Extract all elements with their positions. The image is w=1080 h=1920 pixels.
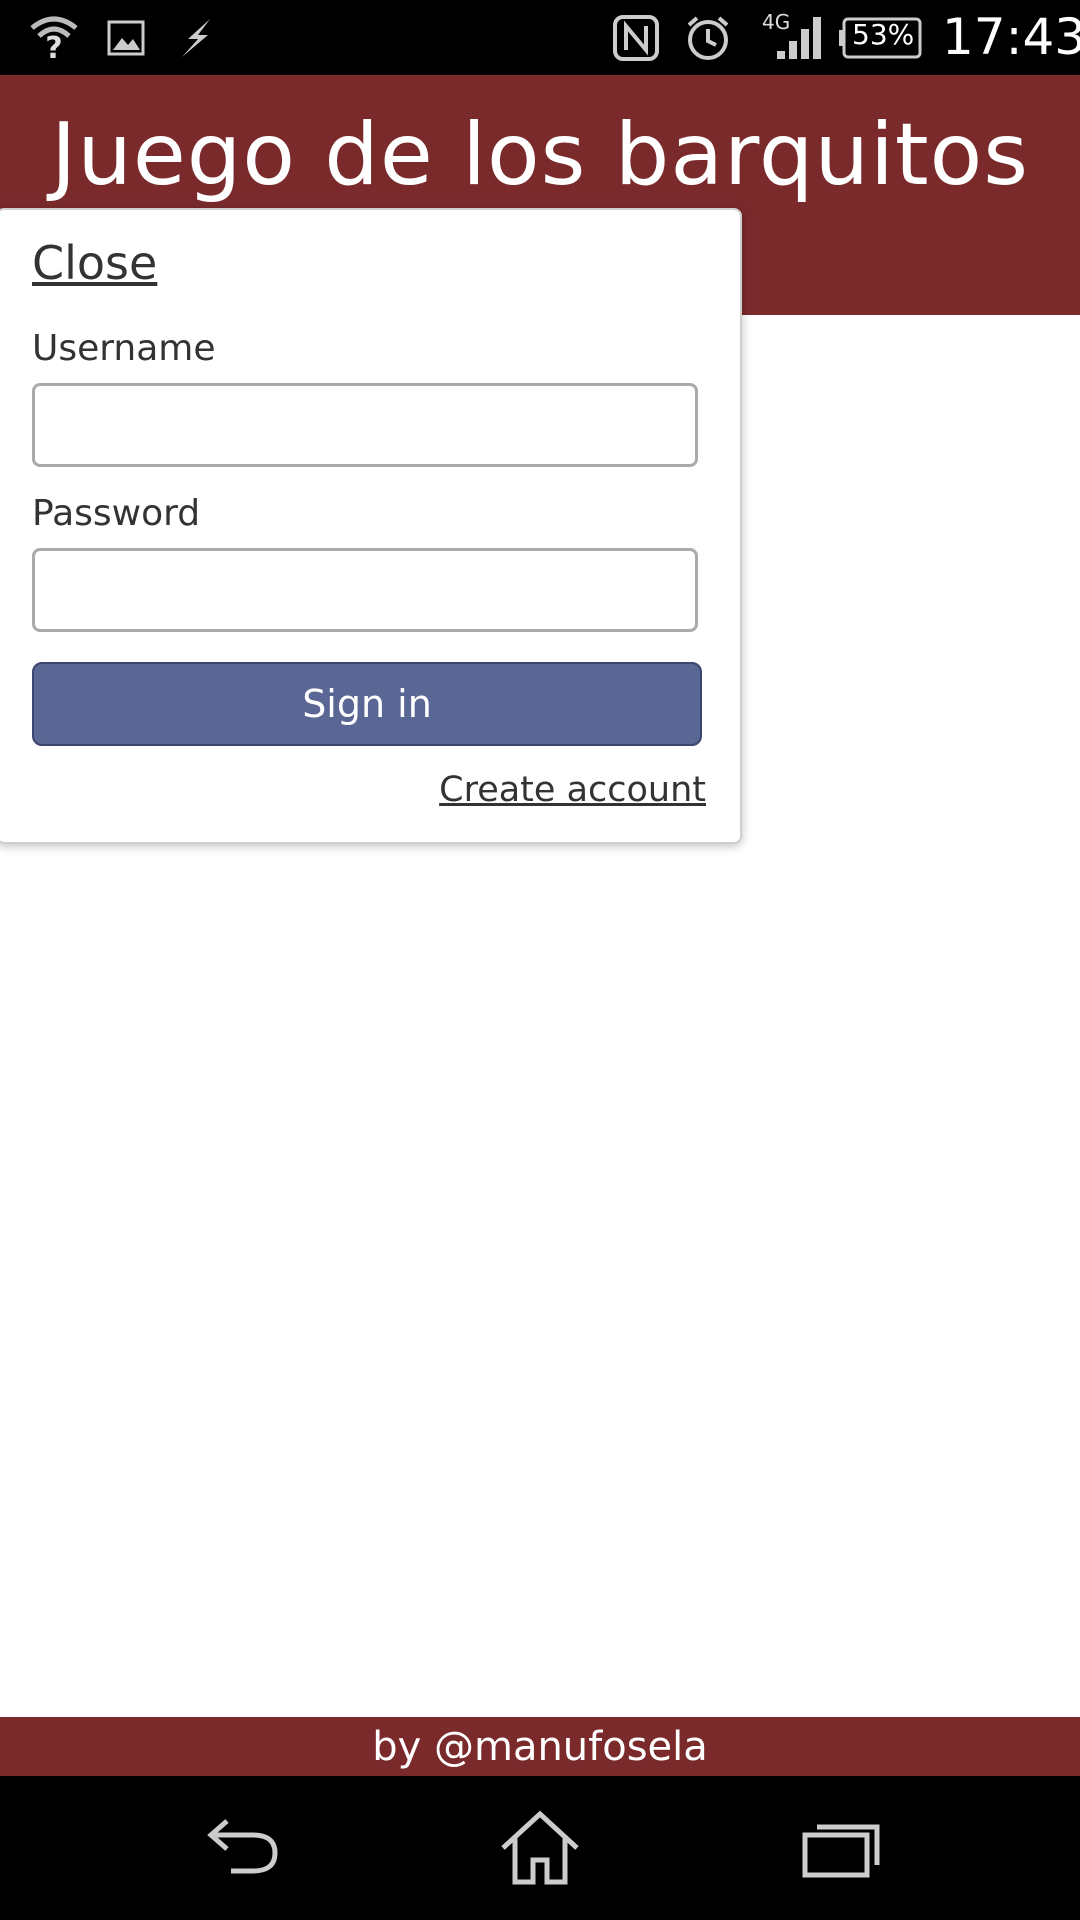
clock: 17:43 — [942, 8, 1080, 66]
home-icon[interactable] — [490, 1808, 590, 1888]
navigation-bar — [0, 1776, 1080, 1920]
footer: by @manufosela — [0, 1717, 1080, 1776]
svg-text:?: ? — [45, 31, 62, 64]
image-icon — [104, 12, 148, 64]
login-popup: Close Username Password Sign in Create a… — [0, 208, 742, 844]
nfc-icon — [610, 12, 662, 64]
username-label: Username — [32, 328, 216, 369]
alarm-icon — [682, 12, 734, 64]
sign-in-button[interactable]: Sign in — [32, 662, 702, 746]
password-label: Password — [32, 493, 201, 534]
signal-icon — [772, 12, 824, 64]
back-icon[interactable] — [192, 1808, 292, 1888]
recent-apps-icon[interactable] — [790, 1808, 890, 1888]
username-input[interactable] — [32, 383, 698, 467]
wifi-question-icon: ? — [26, 12, 82, 64]
flash-icon — [172, 12, 222, 64]
create-account-link[interactable]: Create account — [439, 770, 706, 810]
page-title: Juego de los barquitos — [50, 105, 1030, 205]
close-link[interactable]: Close — [32, 236, 157, 290]
password-input[interactable] — [32, 548, 698, 632]
status-bar: ? 4G 53% 17:43 — [0, 0, 1080, 75]
battery-level: 53% — [852, 18, 915, 51]
footer-credit: by @manufosela — [372, 1723, 708, 1770]
